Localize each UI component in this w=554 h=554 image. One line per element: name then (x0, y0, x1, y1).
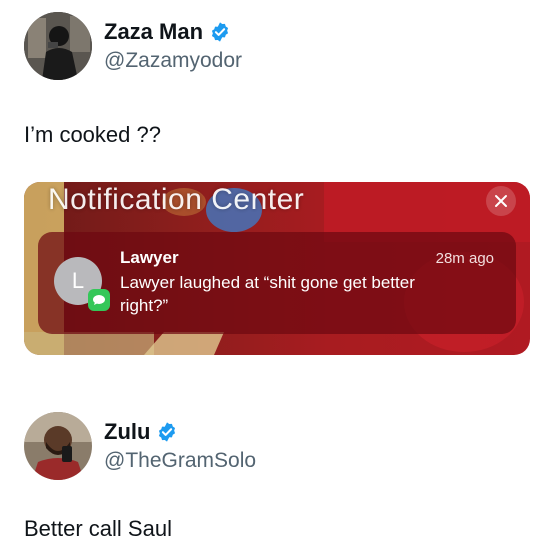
tweet-text: I’m cooked ?? (24, 122, 161, 147)
verified-badge-icon (209, 21, 231, 43)
tweet-author[interactable]: Zulu @TheGramSolo (24, 412, 256, 480)
handle[interactable]: @TheGramSolo (104, 449, 256, 473)
messages-icon (88, 289, 110, 311)
display-name[interactable]: Zaza Man (104, 19, 203, 45)
notification-center-title: Notification Center (48, 183, 305, 216)
verified-badge-icon (156, 421, 178, 443)
display-name[interactable]: Zulu (104, 419, 150, 445)
tweet-media-image[interactable]: Notification Center L Lawyer 28m ago Law… (24, 182, 530, 355)
tweet-author[interactable]: Zaza Man @Zazamyodor (24, 12, 242, 80)
notification-body: Lawyer laughed at “shit gone get better … (120, 273, 415, 315)
tweet-text: Better call Saul (24, 516, 172, 541)
handle[interactable]: @Zazamyodor (104, 49, 242, 73)
notification-time: 28m ago (435, 250, 494, 267)
avatar[interactable] (24, 12, 92, 80)
close-icon[interactable] (486, 186, 516, 216)
notification-sender: Lawyer (120, 248, 179, 267)
avatar[interactable] (24, 412, 92, 480)
